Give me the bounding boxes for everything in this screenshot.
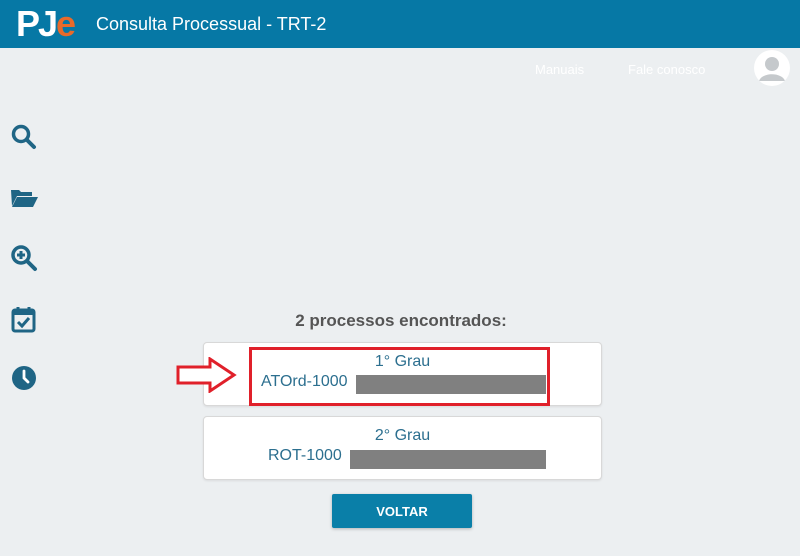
results-count-title: 2 processos encontrados: (295, 311, 507, 330)
clock-icon[interactable] (10, 364, 38, 392)
user-avatar[interactable] (754, 50, 790, 86)
manuais-link[interactable]: Manuais (535, 62, 584, 77)
highlight-box (249, 347, 550, 406)
fale-conosco-link[interactable]: Fale conosco (628, 62, 705, 77)
process-card-2-grau[interactable]: 2° Grau ROT-1000 (203, 416, 602, 480)
logo-pj-text: PJ (16, 3, 58, 44)
top-bar: PJe Consulta Processual - TRT-2 (0, 0, 800, 48)
pje-logo[interactable]: PJe (16, 6, 80, 42)
app-title: Consulta Processual - TRT-2 (96, 14, 327, 34)
grau-label: 2° Grau (374, 427, 431, 444)
user-icon (755, 51, 789, 85)
search-icon[interactable] (10, 123, 38, 151)
zoom-in-icon[interactable] (10, 244, 38, 272)
process-number[interactable]: ROT-1000 (268, 447, 342, 465)
arrow-right-icon (176, 356, 240, 398)
folder-open-icon[interactable] (10, 184, 38, 212)
logo-e-text: e (56, 3, 76, 44)
redacted-block (350, 450, 546, 469)
voltar-button[interactable]: VOLTAR (332, 494, 472, 528)
